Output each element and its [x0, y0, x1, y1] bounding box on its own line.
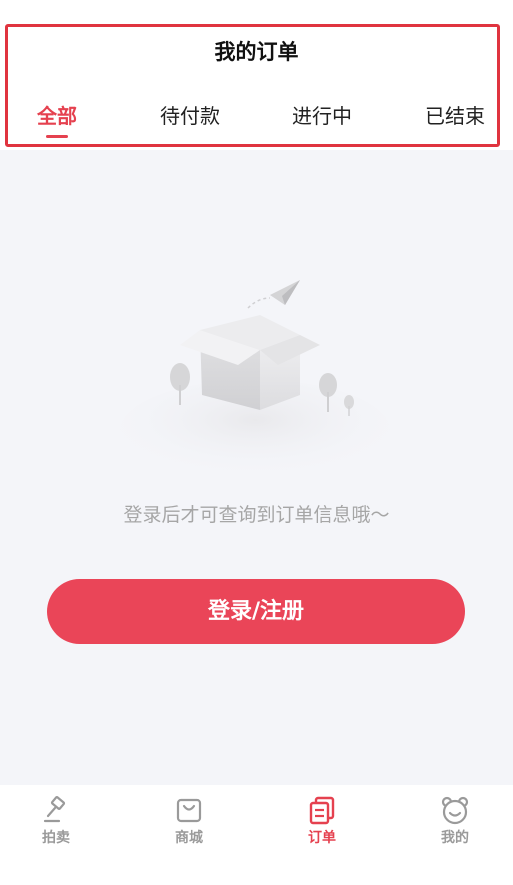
bottom-tabbar: 拍卖 商城 订单 我的 [0, 785, 513, 885]
tabbar-item-mall[interactable]: 商城 [144, 795, 234, 847]
tab-pending-payment[interactable]: 待付款 [158, 100, 222, 129]
empty-box-illustration [120, 270, 390, 480]
tabbar-label-auction: 拍卖 [42, 830, 70, 846]
page-title: 我的订单 [214, 40, 299, 64]
bear-face-icon [410, 795, 500, 825]
active-tab-indicator [46, 135, 68, 138]
tabbar-item-auction[interactable]: 拍卖 [11, 795, 101, 847]
tab-all[interactable]: 全部 [36, 100, 78, 129]
tabbar-label-orders: 订单 [308, 830, 336, 846]
tabbar-item-orders[interactable]: 订单 [277, 795, 367, 847]
tabbar-item-mine[interactable]: 我的 [410, 795, 500, 847]
login-register-button[interactable]: 登录/注册 [47, 579, 465, 644]
shopping-bag-icon [144, 795, 234, 825]
tab-finished[interactable]: 已结束 [423, 100, 487, 129]
header: 我的订单 全部 待付款 进行中 已结束 [0, 0, 513, 150]
order-tabs: 全部 待付款 进行中 已结束 [0, 100, 513, 140]
gavel-icon [11, 795, 101, 825]
tab-in-progress[interactable]: 进行中 [290, 100, 354, 129]
tabbar-label-mine: 我的 [441, 830, 469, 846]
order-list-icon [277, 795, 367, 825]
empty-state-message: 登录后才可查询到订单信息哦～ [123, 504, 390, 526]
tabbar-label-mall: 商城 [175, 830, 203, 846]
